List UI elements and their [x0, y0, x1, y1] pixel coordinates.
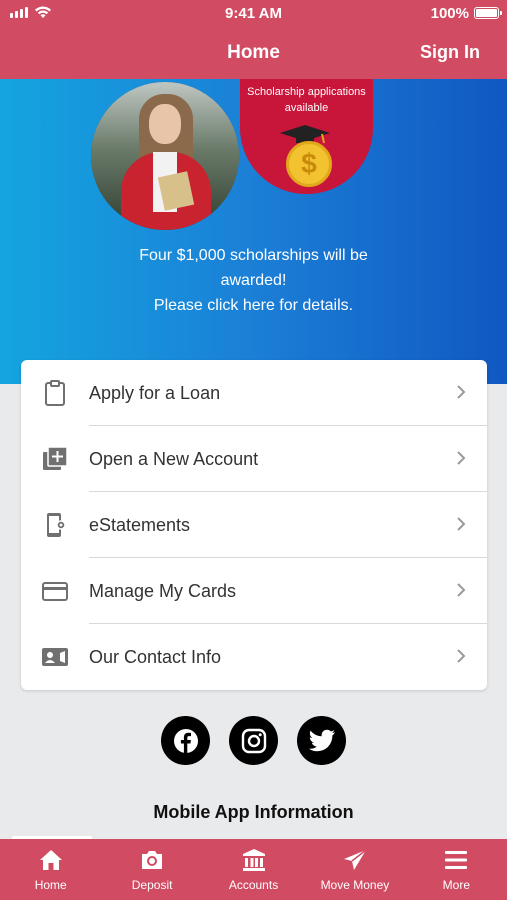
scholarship-badge: Scholarship applications available $ — [240, 79, 373, 194]
chevron-right-icon — [457, 451, 466, 465]
menu-item-label: Manage My Cards — [89, 580, 237, 601]
tab-label: Home — [34, 878, 67, 892]
twitter-icon[interactable] — [297, 716, 346, 765]
tab-deposit[interactable]: Deposit — [101, 839, 202, 900]
facebook-icon[interactable] — [161, 716, 210, 765]
scholarship-banner[interactable]: Scholarship applications available $ Fou… — [0, 79, 507, 384]
send-icon — [343, 849, 367, 870]
mobile-app-info-link[interactable]: Mobile App Information — [0, 802, 507, 823]
tab-move-money[interactable]: Move Money — [304, 839, 405, 900]
phone-settings-icon — [47, 513, 66, 537]
instagram-icon[interactable] — [229, 716, 278, 765]
battery-icon — [474, 7, 502, 19]
quick-actions-menu: Apply for a Loan Open a New Account eSta… — [21, 360, 487, 690]
add-account-icon — [43, 446, 68, 470]
chevron-right-icon — [457, 583, 466, 597]
menu-item-manage-cards[interactable]: Manage My Cards — [21, 558, 487, 624]
tab-label: Move Money — [320, 878, 390, 892]
social-links — [0, 716, 507, 765]
menu-item-label: Apply for a Loan — [89, 382, 221, 403]
sign-in-button[interactable]: Sign In — [420, 42, 480, 63]
contact-card-icon — [42, 648, 68, 666]
tab-accounts[interactable]: Accounts — [203, 839, 304, 900]
camera-icon — [142, 851, 163, 869]
chevron-right-icon — [457, 517, 466, 531]
tab-more[interactable]: More — [406, 839, 507, 900]
menu-item-label: Our Contact Info — [89, 646, 222, 667]
menu-item-estatements[interactable]: eStatements — [21, 492, 487, 558]
tab-label: Deposit — [131, 878, 173, 892]
tab-label: More — [442, 878, 470, 892]
menu-item-open-account[interactable]: Open a New Account — [21, 426, 487, 492]
promo-text: Four $1,000 scholarships will be awarded… — [0, 243, 507, 318]
scholarship-badge-text: Scholarship applications available — [247, 86, 366, 114]
menu-item-label: eStatements — [89, 514, 191, 535]
top-bar: 9:41 AM 100% Home Sign In — [0, 0, 507, 79]
home-icon — [39, 850, 62, 870]
promo-line-3: Please click here for details. — [153, 297, 354, 314]
promo-line-1: Four $1,000 scholarships will be — [139, 247, 368, 264]
chevron-right-icon — [457, 385, 466, 399]
tab-home[interactable]: Home — [0, 839, 101, 900]
status-bar: 9:41 AM 100% — [0, 0, 507, 28]
dollar-coin-icon: $ — [286, 141, 332, 187]
credit-card-icon — [42, 582, 68, 601]
tab-label: Accounts — [228, 878, 279, 892]
chevron-right-icon — [457, 649, 466, 663]
bank-icon — [242, 849, 265, 871]
bottom-tab-bar: Home Deposit Accounts Move Money More — [0, 836, 507, 900]
promo-line-2: awarded! — [220, 272, 287, 289]
menu-item-label: Open a New Account — [89, 448, 259, 469]
student-photo — [91, 82, 239, 230]
clipboard-icon — [45, 380, 65, 406]
menu-item-contact-info[interactable]: Our Contact Info — [21, 624, 487, 690]
menu-item-apply-loan[interactable]: Apply for a Loan — [21, 360, 487, 426]
battery-percent: 100% — [430, 5, 469, 22]
menu-icon — [445, 851, 468, 869]
